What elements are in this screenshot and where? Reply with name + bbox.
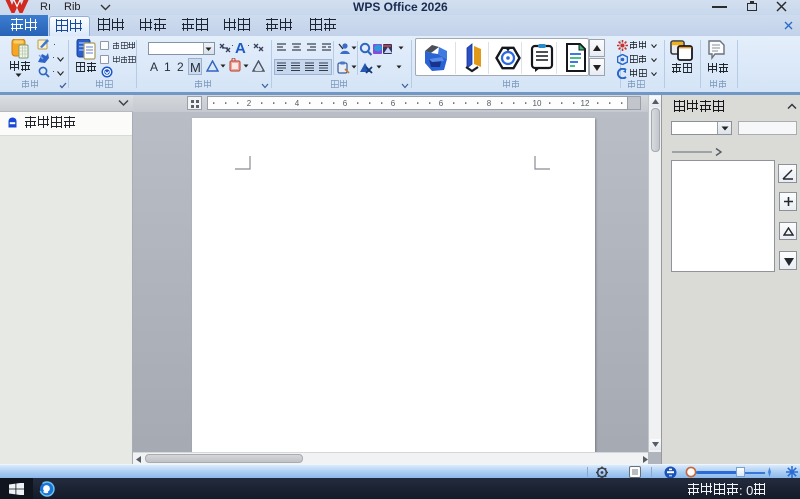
svg-text:12: 12 <box>581 99 590 108</box>
svg-text:6: 6 <box>439 99 444 108</box>
svg-text:2: 2 <box>247 99 252 108</box>
svg-text:8: 8 <box>487 99 492 108</box>
svg-text:4: 4 <box>295 99 300 108</box>
svg-text:6: 6 <box>343 99 348 108</box>
svg-text:6: 6 <box>391 99 396 108</box>
svg-text:10: 10 <box>533 99 542 108</box>
